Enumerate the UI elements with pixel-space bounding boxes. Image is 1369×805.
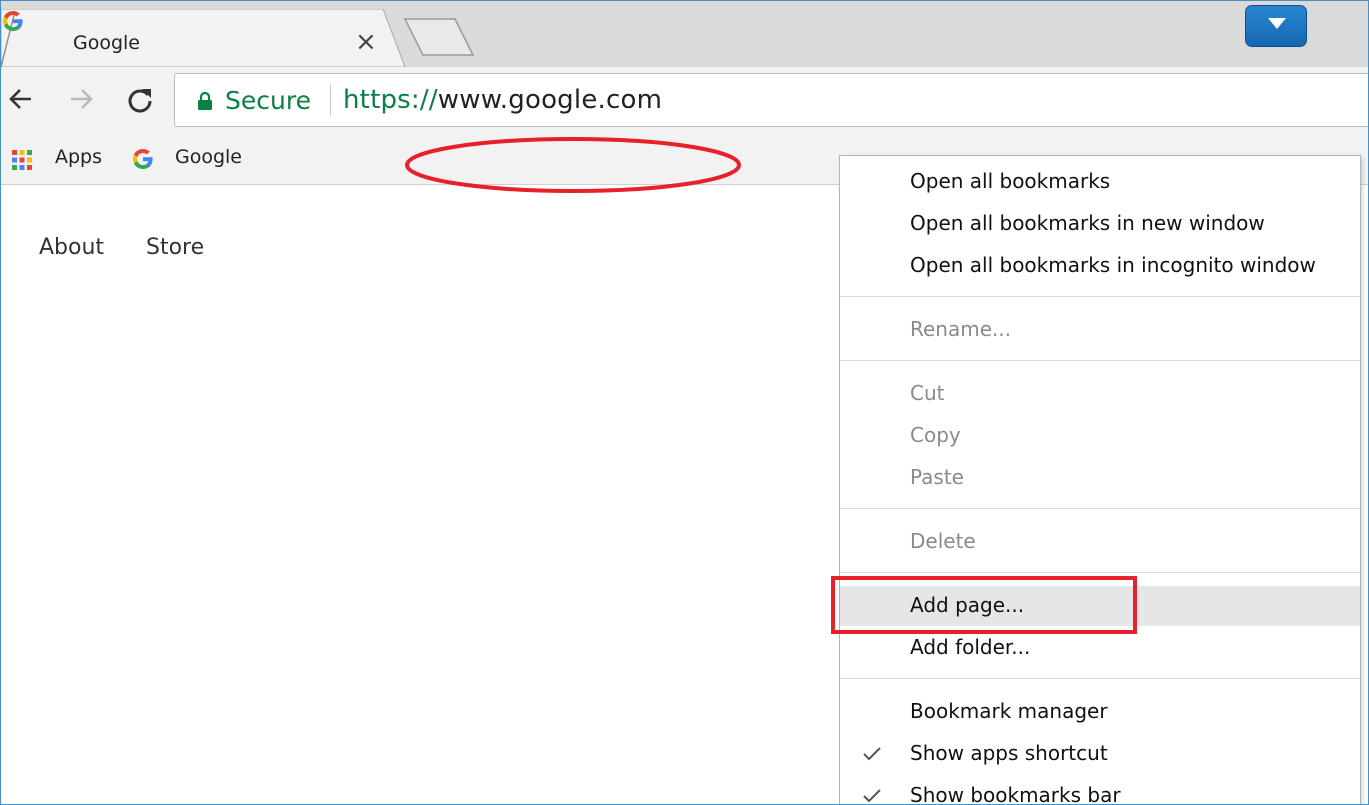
about-link[interactable]: About	[39, 235, 104, 260]
menu-label: Open all bookmarks in incognito window	[910, 253, 1316, 277]
menu-item-show-bookmarks-bar[interactable]: Show bookmarks bar	[840, 776, 1360, 805]
omnibox-separator	[330, 84, 331, 116]
check-icon	[863, 789, 881, 803]
toolbar: Secure https://www.google.com	[1, 67, 1368, 135]
menu-label: Rename...	[910, 317, 1012, 341]
bookmarks-context-menu: Open all bookmarks Open all bookmarks in…	[839, 155, 1361, 805]
url-host: www.google.com	[437, 85, 663, 115]
menu-item-open-all-incognito[interactable]: Open all bookmarks in incognito window	[840, 246, 1360, 286]
url-text[interactable]: https://www.google.com	[343, 85, 662, 115]
menu-label: Open all bookmarks in new window	[910, 211, 1265, 235]
menu-separator	[840, 678, 1360, 679]
menu-item-paste[interactable]: Paste	[840, 458, 1360, 498]
menu-item-cut[interactable]: Cut	[840, 374, 1360, 414]
apps-grid-icon	[12, 150, 32, 170]
google-g-icon	[133, 149, 153, 169]
menu-item-rename[interactable]: Rename...	[840, 310, 1360, 350]
store-link[interactable]: Store	[146, 235, 204, 260]
menu-label: Bookmark manager	[910, 699, 1108, 723]
menu-separator	[840, 572, 1360, 573]
tab-google[interactable]: Google ×	[1, 9, 431, 67]
menu-label: Cut	[910, 381, 945, 405]
annotation-rectangle	[831, 576, 1137, 634]
profile-menu-icon	[1268, 18, 1286, 29]
bookmark-apps-label: Apps	[55, 146, 103, 168]
tab-title: Google	[73, 32, 141, 54]
secure-label: Secure	[225, 86, 311, 115]
menu-item-show-apps-shortcut[interactable]: Show apps shortcut	[840, 734, 1360, 774]
google-g-icon	[3, 11, 23, 31]
menu-label: Show apps shortcut	[910, 741, 1108, 765]
lock-icon	[198, 92, 212, 110]
menu-separator	[840, 508, 1360, 509]
bookmark-google-label: Google	[175, 146, 243, 168]
address-bar[interactable]: Secure https://www.google.com	[174, 73, 1368, 127]
menu-label: Show bookmarks bar	[910, 783, 1121, 805]
annotation-ellipse	[405, 137, 741, 193]
menu-label: Add folder...	[910, 635, 1031, 659]
menu-item-copy[interactable]: Copy	[840, 416, 1360, 456]
url-scheme: https://	[343, 85, 438, 115]
browser-window: Google × Secure https://www.google.com A…	[0, 0, 1369, 805]
menu-item-add-folder[interactable]: Add folder...	[840, 628, 1360, 668]
new-tab-icon[interactable]	[401, 15, 477, 59]
menu-item-open-all-new-window[interactable]: Open all bookmarks in new window	[840, 204, 1360, 244]
back-arrow-icon[interactable]	[7, 85, 35, 113]
reload-icon[interactable]	[125, 85, 155, 115]
menu-label: Delete	[910, 529, 976, 553]
profile-menu-button[interactable]	[1245, 5, 1307, 47]
bookmark-apps[interactable]: Apps	[9, 135, 109, 183]
menu-item-bookmark-manager[interactable]: Bookmark manager	[840, 692, 1360, 732]
close-icon[interactable]: ×	[355, 29, 377, 55]
forward-arrow-icon[interactable]	[67, 85, 95, 113]
tab-strip: Google ×	[1, 1, 1368, 67]
menu-separator	[840, 296, 1360, 297]
menu-item-open-all[interactable]: Open all bookmarks	[840, 162, 1360, 202]
menu-label: Copy	[910, 423, 961, 447]
bookmark-google[interactable]: Google	[131, 135, 251, 183]
menu-item-delete[interactable]: Delete	[840, 522, 1360, 562]
menu-separator	[840, 360, 1360, 361]
menu-label: Open all bookmarks	[910, 169, 1111, 193]
menu-label: Paste	[910, 465, 964, 489]
check-icon	[863, 747, 881, 761]
